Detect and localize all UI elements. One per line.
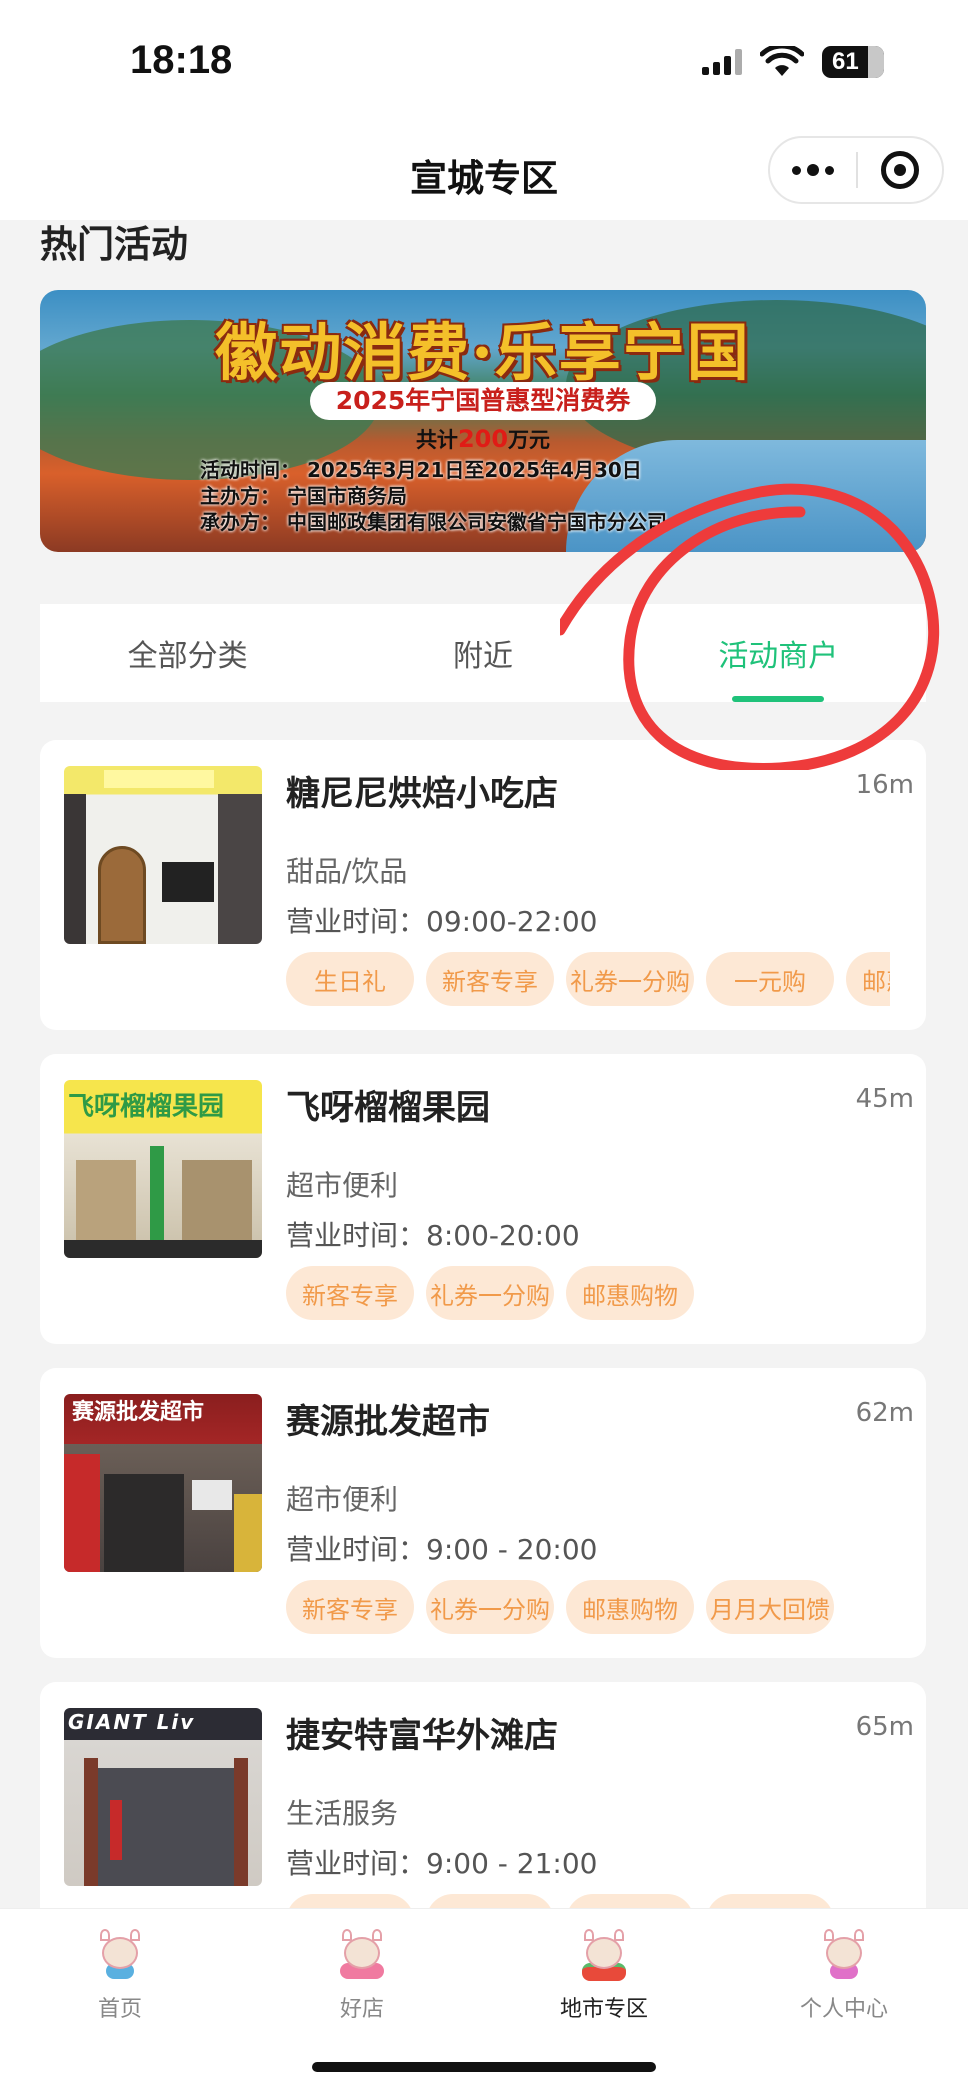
merchant-distance: 62m xyxy=(855,1398,914,1428)
tab-label: 全部分类 xyxy=(127,639,248,674)
merchant-photo xyxy=(64,766,262,944)
photo-shop-sign: 飞呀榴榴果园 xyxy=(68,1092,225,1122)
promo-tag[interactable]: 邮惠购物 xyxy=(566,1580,694,1634)
tabbar-label: 个人中心 xyxy=(799,1997,888,2022)
merchant-category: 超市便利 xyxy=(286,1169,399,1202)
promo-tag[interactable]: 礼券一分购 xyxy=(426,1266,554,1320)
merchant-category: 甜品/饮品 xyxy=(286,855,408,888)
tabbar-city-zone[interactable]: 地市专区 xyxy=(524,1929,684,2023)
status-bar: 18:18 61 xyxy=(0,0,968,120)
promo-tag[interactable]: 新客专享 xyxy=(286,1266,414,1320)
merchant-photo: 赛源批发超市 xyxy=(64,1394,262,1572)
merchant-hours: 营业时间：8:00-20:00 xyxy=(286,1219,580,1252)
banner-total-suffix: 万元 xyxy=(508,428,551,452)
promo-tag[interactable]: 邮惠购物 xyxy=(846,952,890,1006)
merchant-hours: 营业时间：9:00 - 20:00 xyxy=(286,1533,598,1566)
merchant-name: 糖尼尼烘焙小吃店 xyxy=(286,774,558,814)
merchant-card[interactable]: 赛源批发超市 赛源批发超市 62m 超市便利 营业时间：9:00 - 20:00… xyxy=(40,1368,926,1658)
tab-activity-merchants[interactable]: 活动商户 xyxy=(631,604,926,702)
status-icons: 61 xyxy=(702,46,884,78)
merchant-hours: 营业时间：09:00-22:00 xyxy=(286,905,598,938)
merchant-distance: 65m xyxy=(855,1712,914,1742)
home-indicator[interactable] xyxy=(312,2062,656,2072)
merchant-distance: 45m xyxy=(855,1084,914,1114)
promo-tag[interactable]: 月月大回馈 xyxy=(706,1580,834,1634)
wifi-icon xyxy=(760,46,804,76)
battery-level: 61 xyxy=(832,48,859,75)
promo-tag[interactable]: 新客专享 xyxy=(286,1580,414,1634)
merchant-hours: 营业时间：9:00 - 21:00 xyxy=(286,1847,598,1880)
tab-all-categories[interactable]: 全部分类 xyxy=(40,604,335,702)
merchant-tags: 新客专享 礼券一分购 邮惠购物 月月大回馈 xyxy=(286,1580,890,1636)
merchant-name: 捷安特富华外滩店 xyxy=(286,1716,558,1756)
merchant-name: 飞呀榴榴果园 xyxy=(286,1088,490,1128)
tab-label: 活动商户 xyxy=(718,639,839,674)
promo-tag[interactable]: 礼券一分购 xyxy=(566,952,694,1006)
tabbar-label: 地市专区 xyxy=(559,1997,648,2022)
tabbar-label: 好店 xyxy=(339,1997,384,2022)
photo-shop-sign: 赛源批发超市 xyxy=(72,1400,205,1425)
cellular-signal-icon xyxy=(702,49,742,75)
banner-undertaker-line: 承办方： 中国邮政集团有限公司安徽省宁国市分公司 xyxy=(200,510,667,534)
section-title-hot-activities: 热门活动 xyxy=(40,223,188,266)
mascot-home-icon xyxy=(92,1929,148,1981)
mascot-profile-icon xyxy=(816,1929,872,1981)
merchant-distance: 16m xyxy=(855,770,914,800)
merchant-card[interactable]: 飞呀榴榴果园 飞呀榴榴果园 45m 超市便利 营业时间：8:00-20:00 新… xyxy=(40,1054,926,1344)
tabbar-shops[interactable]: 好店 xyxy=(282,1929,442,2023)
photo-shop-sign: GIANT Liv xyxy=(68,1710,196,1734)
banner-total-prefix: 共计 xyxy=(415,428,458,452)
close-miniprogram-icon[interactable] xyxy=(858,138,942,202)
promo-tag[interactable]: 一元购 xyxy=(706,952,834,1006)
mascot-shop-icon xyxy=(334,1929,390,1981)
active-tab-indicator xyxy=(732,696,825,702)
merchant-photo: 飞呀榴榴果园 xyxy=(64,1080,262,1258)
status-time: 18:18 xyxy=(130,38,233,82)
banner-total: 共计200万元 xyxy=(40,424,926,454)
battery-icon: 61 xyxy=(822,46,884,78)
tabbar-label: 首页 xyxy=(97,1997,142,2022)
banner-organizer-line: 主办方： 宁国市商务局 xyxy=(200,484,407,508)
promo-tag[interactable]: 新客专享 xyxy=(426,952,554,1006)
mascot-city-icon xyxy=(576,1929,632,1981)
promo-tag[interactable]: 邮惠购物 xyxy=(566,1266,694,1320)
banner-title: 徽动消费·乐享宁国 xyxy=(215,316,751,389)
promo-tag[interactable]: 礼券一分购 xyxy=(426,1580,554,1634)
merchant-card[interactable]: 糖尼尼烘焙小吃店 16m 甜品/饮品 营业时间：09:00-22:00 生日礼 … xyxy=(40,740,926,1030)
merchant-tags: 新客专享 礼券一分购 邮惠购物 xyxy=(286,1266,890,1322)
banner-subtitle: 2025年宁国普惠型消费券 xyxy=(310,382,656,420)
activity-banner[interactable]: 徽动消费·乐享宁国 2025年宁国普惠型消费券 共计200万元 活动时间： 20… xyxy=(40,290,926,552)
tabbar-home[interactable]: 首页 xyxy=(40,1929,200,2023)
banner-time-line: 活动时间： 2025年3月21日至2025年4月30日 xyxy=(200,458,642,482)
tab-nearby[interactable]: 附近 xyxy=(335,604,630,702)
promo-tag[interactable]: 生日礼 xyxy=(286,952,414,1006)
tab-label: 附近 xyxy=(452,639,513,674)
category-tabs: 全部分类 附近 活动商户 xyxy=(40,604,926,702)
tabbar-profile[interactable]: 个人中心 xyxy=(764,1929,924,2023)
merchant-category: 生活服务 xyxy=(286,1797,399,1830)
more-menu-icon[interactable] xyxy=(770,138,856,202)
merchant-category: 超市便利 xyxy=(286,1483,399,1516)
merchant-tags: 生日礼 新客专享 礼券一分购 一元购 邮惠购物 xyxy=(286,952,890,1008)
banner-total-amount: 200 xyxy=(457,425,509,453)
miniprogram-capsule xyxy=(768,136,944,204)
nav-bar: 宣城专区 xyxy=(0,120,968,220)
merchant-name: 赛源批发超市 xyxy=(286,1402,490,1442)
merchant-photo: GIANT Liv xyxy=(64,1708,262,1886)
